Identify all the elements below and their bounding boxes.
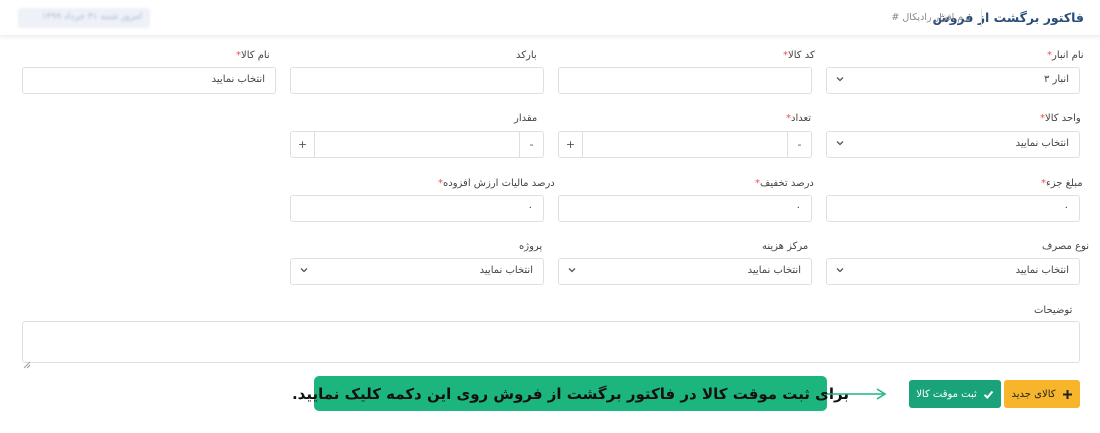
- description-label: توضیحات: [1034, 305, 1073, 316]
- unit-price-input[interactable]: ۰: [826, 195, 1080, 222]
- count-label: تعداد*: [786, 113, 812, 124]
- amount-label: مقدار: [514, 113, 538, 124]
- amount-stepper[interactable]: + -: [290, 131, 544, 158]
- chevron-down-icon: [835, 74, 845, 84]
- amount-minus-button[interactable]: -: [519, 132, 543, 157]
- usage-type-select[interactable]: انتخاب نمایید: [826, 258, 1080, 285]
- temp-save-button[interactable]: ثبت موقت کالا: [909, 380, 1001, 408]
- cost-center-label: مرکز هزینه: [762, 241, 809, 252]
- unit-select[interactable]: انتخاب نمایید: [826, 131, 1080, 158]
- chevron-down-icon: [567, 265, 577, 275]
- title-divider: [981, 9, 982, 27]
- item-name-select[interactable]: انتخاب نمایید: [22, 67, 276, 94]
- project-select[interactable]: انتخاب نمایید: [290, 258, 544, 285]
- warehouse-label: نام انبار*: [1047, 50, 1084, 61]
- amount-plus-button[interactable]: +: [291, 132, 315, 157]
- chevron-down-icon: [299, 265, 309, 275]
- barcode-input[interactable]: [290, 67, 544, 94]
- discount-input[interactable]: ۰: [558, 195, 812, 222]
- top-header: فاکتور برگشت از فروش # نرم افزار رادیکال…: [0, 0, 1100, 36]
- unit-price-label: مبلغ جزء*: [1041, 178, 1083, 189]
- discount-label: درصد تخفیف*: [755, 178, 814, 189]
- temp-save-label: ثبت موقت کالا: [916, 388, 977, 400]
- vat-input[interactable]: ۰: [290, 195, 544, 222]
- warehouse-select[interactable]: انبار ۳: [826, 67, 1080, 94]
- warehouse-value: انبار ۳: [1043, 74, 1069, 85]
- chevron-down-icon: [835, 265, 845, 275]
- breadcrumb: # نرم افزار رادیکال: [891, 12, 971, 23]
- new-item-button[interactable]: کالای جدید: [1004, 380, 1080, 408]
- resize-grip-icon[interactable]: [23, 354, 31, 369]
- unit-value: انتخاب نمایید: [1015, 138, 1069, 149]
- item-code-label: کد کالا*: [783, 50, 815, 61]
- barcode-label: بارکد: [516, 50, 537, 61]
- project-label: پروژه: [519, 241, 543, 252]
- count-stepper[interactable]: + -: [558, 131, 812, 158]
- item-name-value: انتخاب نمایید: [211, 74, 265, 85]
- chevron-down-icon: [835, 138, 845, 148]
- check-icon: [983, 389, 994, 400]
- callout-arrow-icon: [827, 388, 887, 400]
- item-code-input[interactable]: [558, 67, 812, 94]
- description-textarea[interactable]: [22, 321, 1080, 369]
- plus-icon: [1062, 389, 1073, 400]
- item-name-label: نام کالا*: [236, 50, 270, 61]
- count-plus-button[interactable]: +: [559, 132, 583, 157]
- count-minus-button[interactable]: -: [787, 132, 811, 157]
- unit-label: واحد کالا*: [1040, 113, 1081, 124]
- date-badge: امروز شنبه ۳۱ خرداد ۱۳۹۹: [18, 8, 150, 28]
- new-item-label: کالای جدید: [1011, 388, 1056, 400]
- cost-center-select[interactable]: انتخاب نمایید: [558, 258, 812, 285]
- vat-label: درصد مالیات ارزش افزوده*: [438, 178, 555, 189]
- tutorial-callout: برای ثبت موقت کالا در فاکتور برگشت از فر…: [292, 376, 849, 411]
- usage-type-label: نوع مصرف: [1042, 241, 1090, 252]
